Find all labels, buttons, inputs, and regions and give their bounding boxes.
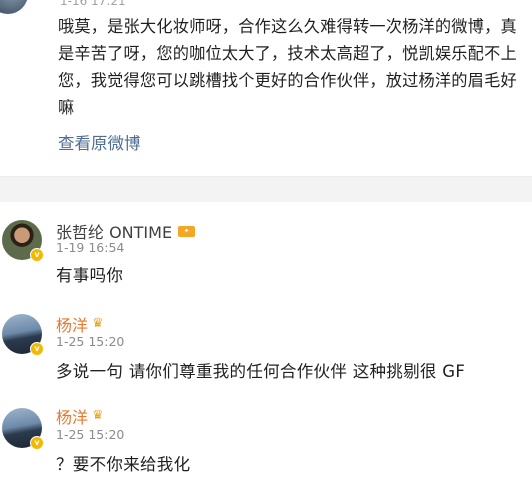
comment-text: ？要不你来给我化 (56, 455, 191, 474)
verified-icon: v (30, 342, 44, 356)
username-link[interactable]: 杨洋 (56, 404, 88, 428)
comment-item: v 杨洋 ♛ 1-25 15:20 ？要不你来给我化 (0, 390, 532, 482)
comment-timestamp: 1-19 16:54 (56, 240, 125, 255)
view-original-link[interactable]: 查看原微博 (58, 130, 141, 154)
username-link[interactable]: 杨洋 (56, 312, 88, 336)
avatar[interactable]: v (2, 408, 44, 450)
member-badge-icon: ✦ (178, 225, 196, 237)
comment-item: v 杨洋 ♛ 1-25 15:20 多说一句 请你们尊重我的任何合作伙伴 这种挑… (0, 296, 532, 390)
post-timestamp: 1-16 17:21 (60, 0, 126, 8)
comment-timestamp: 1-25 15:20 (56, 427, 125, 442)
verified-icon: v (30, 436, 44, 450)
crown-icon: ♛ (92, 316, 104, 331)
comment-text: 多说一句 请你们尊重我的任何合作伙伴 这种挑剔很 GF (56, 362, 466, 381)
section-divider (0, 176, 532, 202)
crown-icon: ♛ (92, 408, 104, 423)
avatar[interactable]: v (2, 220, 44, 262)
name-row: 杨洋 ♛ (56, 404, 104, 428)
post-text: 哦莫，是张大化妆师呀，合作这么久难得转一次杨洋的微博，真是辛苦了呀，您的咖位太大… (58, 17, 517, 117)
comment-text: 有事吗你 (56, 266, 124, 285)
comment-timestamp: 1-25 15:20 (56, 334, 125, 349)
comment-item: v 张哲纶 ONTIME ✦ 1-19 16:54 有事吗你 (0, 202, 532, 296)
name-row: 杨洋 ♛ (56, 312, 104, 336)
verified-icon: v (30, 248, 44, 262)
avatar[interactable] (0, 0, 28, 14)
avatar[interactable]: v (2, 314, 44, 356)
original-post-card: 1-16 17:21 哦莫，是张大化妆师呀，合作这么久难得转一次杨洋的微博，真是… (0, 0, 532, 176)
